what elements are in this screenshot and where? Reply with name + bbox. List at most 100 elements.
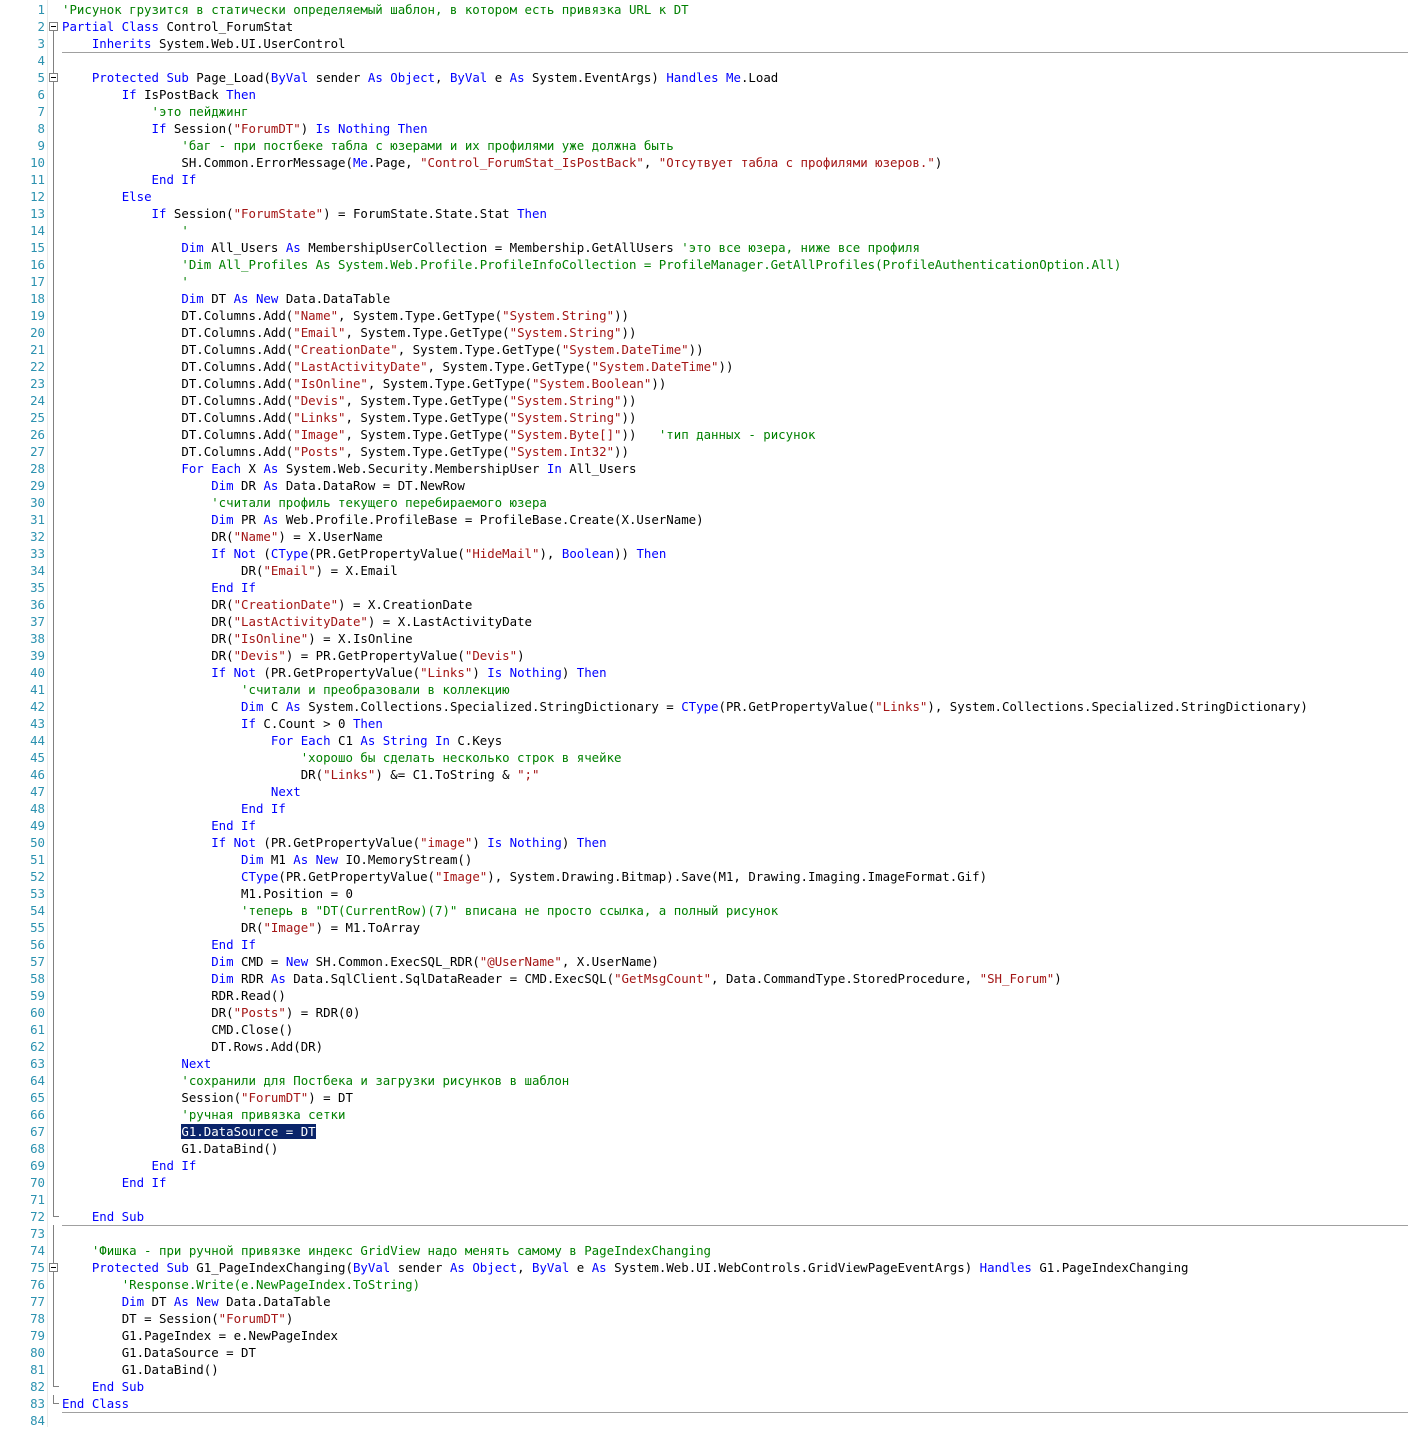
code-line[interactable]: 64 'сохранили для Постбека и загрузки ри… [0, 1072, 1408, 1089]
code-text[interactable]: G1.PageIndex = e.NewPageIndex [62, 1327, 338, 1344]
code-line[interactable]: 54 'теперь в "DT(CurrentRow)(7)" вписана… [0, 902, 1408, 919]
code-line[interactable]: 47 Next [0, 783, 1408, 800]
code-line[interactable]: 8 If Session("ForumDT") Is Nothing Then [0, 120, 1408, 137]
collapse-icon[interactable] [49, 18, 61, 35]
code-line[interactable]: 67 G1.DataSource = DT [0, 1123, 1408, 1140]
code-line[interactable]: 34 DR("Email") = X.Email [0, 562, 1408, 579]
code-line[interactable]: 84 [0, 1412, 1408, 1429]
code-text[interactable]: 'считали и преобразовали в коллекцию [62, 681, 510, 698]
code-line[interactable]: 83 End Class [0, 1395, 1408, 1412]
code-line[interactable]: 58 Dim RDR As Data.SqlClient.SqlDataRead… [0, 970, 1408, 987]
code-line[interactable]: 15 Dim All_Users As MembershipUserCollec… [0, 239, 1408, 256]
code-line[interactable]: 16 'Dim All_Profiles As System.Web.Profi… [0, 256, 1408, 273]
code-line[interactable]: 73 [0, 1225, 1408, 1242]
code-line[interactable]: 10 SH.Common.ErrorMessage(Me.Page, "Cont… [0, 154, 1408, 171]
code-text[interactable]: Dim PR As Web.Profile.ProfileBase = Prof… [62, 511, 703, 528]
code-text[interactable]: DR("Image") = M1.ToArray [62, 919, 420, 936]
code-line[interactable]: 76 'Response.Write(e.NewPageIndex.ToStri… [0, 1276, 1408, 1293]
code-line[interactable]: 46 DR("Links") &= C1.ToString & ";" [0, 766, 1408, 783]
code-line[interactable]: 4 [0, 52, 1408, 69]
code-line[interactable]: 35 End If [0, 579, 1408, 596]
code-text[interactable]: End Class [62, 1395, 129, 1412]
code-text[interactable]: DR("LastActivityDate") = X.LastActivityD… [62, 613, 532, 630]
code-text[interactable]: 'теперь в "DT(CurrentRow)(7)" вписана не… [62, 902, 778, 919]
collapse-icon[interactable] [49, 1259, 61, 1276]
code-text[interactable]: DT.Columns.Add("Email", System.Type.GetT… [62, 324, 636, 341]
code-text[interactable]: If Session("ForumDT") Is Nothing Then [62, 120, 428, 137]
code-text[interactable]: 'Фишка - при ручной привязке индекс Grid… [62, 1242, 711, 1259]
code-text[interactable]: ' [62, 273, 188, 290]
code-editor[interactable]: 1 'Рисунок грузится в статически определя… [0, 0, 1408, 1429]
code-text[interactable]: End If [62, 817, 256, 834]
code-line[interactable]: 41 'считали и преобразовали в коллекцию [0, 681, 1408, 698]
code-text[interactable]: Else [62, 188, 152, 205]
code-text[interactable]: If C.Count > 0 Then [62, 715, 383, 732]
code-line[interactable]: 14 ' [0, 222, 1408, 239]
code-text[interactable]: DT.Columns.Add("IsOnline", System.Type.G… [62, 375, 666, 392]
code-line[interactable]: 2 Partial Class Control_ForumStat [0, 18, 1408, 35]
code-text[interactable]: If IsPostBack Then [62, 86, 256, 103]
code-line[interactable]: 36 DR("CreationDate") = X.CreationDate [0, 596, 1408, 613]
code-text[interactable]: DT.Columns.Add("Posts", System.Type.GetT… [62, 443, 629, 460]
code-text[interactable]: G1.DataSource = DT [62, 1123, 316, 1140]
code-text[interactable]: 'это пейджинг [62, 103, 249, 120]
code-line[interactable]: 72 End Sub [0, 1208, 1408, 1225]
code-text[interactable]: 'хорошо бы сделать несколько строк в яче… [62, 749, 622, 766]
code-line[interactable]: 66 'ручная привязка сетки [0, 1106, 1408, 1123]
code-line[interactable]: 19 DT.Columns.Add("Name", System.Type.Ge… [0, 307, 1408, 324]
code-text[interactable]: ' [62, 222, 188, 239]
code-text[interactable]: Dim RDR As Data.SqlClient.SqlDataReader … [62, 970, 1061, 987]
code-line[interactable]: 57 Dim CMD = New SH.Common.ExecSQL_RDR("… [0, 953, 1408, 970]
code-text[interactable]: End If [62, 171, 197, 188]
code-line[interactable]: 56 End If [0, 936, 1408, 953]
code-line[interactable]: 77 Dim DT As New Data.DataTable [0, 1293, 1408, 1310]
code-text[interactable]: End Sub [62, 1208, 144, 1225]
code-text[interactable]: CMD.Close() [62, 1021, 293, 1038]
code-text[interactable]: DR("Posts") = RDR(0) [62, 1004, 360, 1021]
code-line[interactable]: 11 End If [0, 171, 1408, 188]
code-line[interactable]: 44 For Each C1 As String In C.Keys [0, 732, 1408, 749]
code-line[interactable]: 40 If Not (PR.GetPropertyValue("Links") … [0, 664, 1408, 681]
code-line[interactable]: 43 If C.Count > 0 Then [0, 715, 1408, 732]
code-text[interactable]: DR("CreationDate") = X.CreationDate [62, 596, 472, 613]
code-text[interactable]: Dim All_Users As MembershipUserCollectio… [62, 239, 920, 256]
code-text[interactable]: CType(PR.GetPropertyValue("Image"), Syst… [62, 868, 987, 885]
code-line[interactable]: 78 DT = Session("ForumDT") [0, 1310, 1408, 1327]
code-line[interactable]: 70 End If [0, 1174, 1408, 1191]
code-text[interactable]: 'баг - при постбеке табла с юзерами и их… [62, 137, 673, 154]
code-line[interactable]: 22 DT.Columns.Add("LastActivityDate", Sy… [0, 358, 1408, 375]
code-text[interactable]: RDR.Read() [62, 987, 286, 1004]
code-text[interactable]: Partial Class Control_ForumStat [62, 18, 293, 35]
code-text[interactable]: DR("IsOnline") = X.IsOnline [62, 630, 412, 647]
code-line[interactable]: 6 If IsPostBack Then [0, 86, 1408, 103]
code-text[interactable]: 'ручная привязка сетки [62, 1106, 345, 1123]
code-line[interactable]: 25 DT.Columns.Add("Links", System.Type.G… [0, 409, 1408, 426]
code-line[interactable]: 62 DT.Rows.Add(DR) [0, 1038, 1408, 1055]
code-text[interactable]: Dim DT As New Data.DataTable [62, 290, 390, 307]
code-line[interactable]: 3 Inherits System.Web.UI.UserControl [0, 35, 1408, 52]
code-text[interactable]: End If [62, 800, 286, 817]
code-line[interactable]: 28 For Each X As System.Web.Security.Mem… [0, 460, 1408, 477]
code-text[interactable]: DT.Columns.Add("LastActivityDate", Syste… [62, 358, 733, 375]
code-text[interactable]: End Sub [62, 1378, 144, 1395]
code-line[interactable]: 55 DR("Image") = M1.ToArray [0, 919, 1408, 936]
code-line[interactable]: 9 'баг - при постбеке табла с юзерами и … [0, 137, 1408, 154]
code-line[interactable]: 52 CType(PR.GetPropertyValue("Image"), S… [0, 868, 1408, 885]
code-text[interactable]: M1.Position = 0 [62, 885, 353, 902]
code-text[interactable]: DT.Columns.Add("Links", System.Type.GetT… [62, 409, 636, 426]
code-line[interactable]: 1 'Рисунок грузится в статически определя… [0, 1, 1408, 18]
code-text[interactable]: DR("Devis") = PR.GetPropertyValue("Devis… [62, 647, 524, 664]
code-line[interactable]: 80 G1.DataSource = DT [0, 1344, 1408, 1361]
code-text[interactable]: DT.Rows.Add(DR) [62, 1038, 323, 1055]
code-text[interactable]: If Not (PR.GetPropertyValue("image") Is … [62, 834, 606, 851]
code-line[interactable]: 5 Protected Sub Page_Load(ByVal sender A… [0, 69, 1408, 86]
code-line[interactable]: 42 Dim C As System.Collections.Specializ… [0, 698, 1408, 715]
code-text[interactable]: Dim DR As Data.DataRow = DT.NewRow [62, 477, 465, 494]
code-line[interactable]: 31 Dim PR As Web.Profile.ProfileBase = P… [0, 511, 1408, 528]
code-text[interactable]: DR("Name") = X.UserName [62, 528, 383, 545]
code-line[interactable]: 45 'хорошо бы сделать несколько строк в … [0, 749, 1408, 766]
code-text[interactable]: End If [62, 579, 256, 596]
code-text[interactable]: Next [62, 783, 301, 800]
code-text[interactable]: Dim M1 As New IO.MemoryStream() [62, 851, 472, 868]
code-text[interactable]: Session("ForumDT") = DT [62, 1089, 353, 1106]
